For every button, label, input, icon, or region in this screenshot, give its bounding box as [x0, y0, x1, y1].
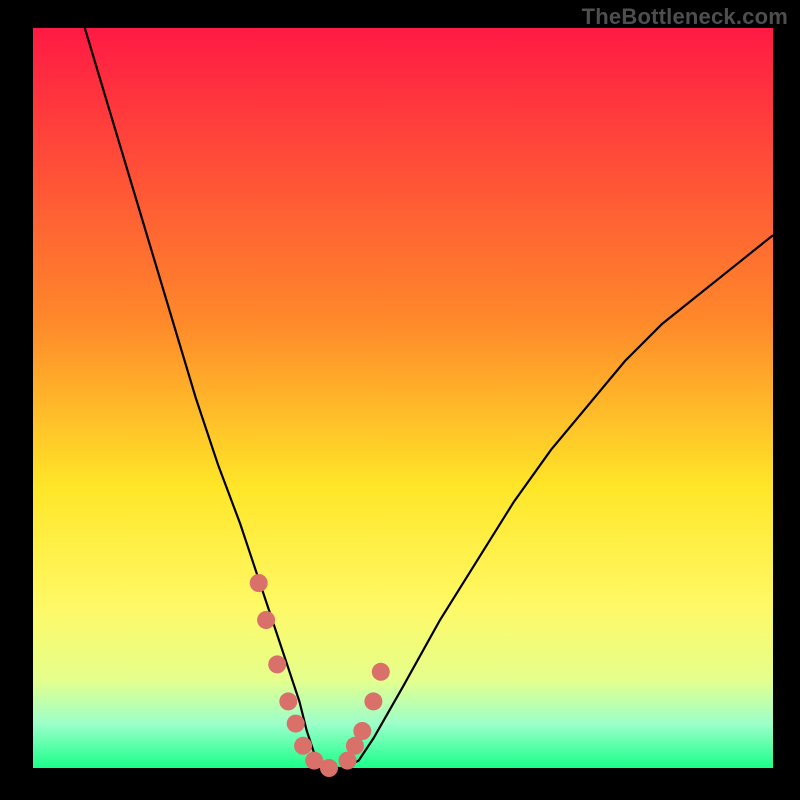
optimal-dot [320, 759, 338, 777]
bottleneck-chart [0, 0, 800, 800]
optimal-dot [257, 611, 275, 629]
optimal-dot [279, 692, 297, 710]
optimal-dot [353, 722, 371, 740]
optimal-dot [372, 663, 390, 681]
optimal-dot [250, 574, 268, 592]
optimal-dot [287, 715, 305, 733]
watermark-text: TheBottleneck.com [582, 4, 788, 30]
chart-frame: TheBottleneck.com [0, 0, 800, 800]
optimal-dot [294, 737, 312, 755]
optimal-dot [268, 655, 286, 673]
optimal-dot [364, 692, 382, 710]
plot-background [33, 28, 773, 768]
